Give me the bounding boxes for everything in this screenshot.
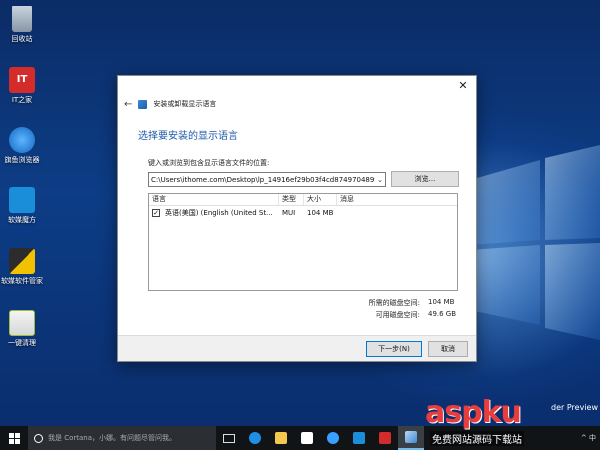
language-checkbox[interactable]: ✓: [152, 208, 160, 217]
search-placeholder: 我是 Cortana，小娜。有问题尽管问我。: [48, 434, 177, 442]
taskbar-ithome[interactable]: [372, 426, 398, 450]
available-space-label: 可用磁盘空间:: [375, 311, 420, 319]
language-cell: ✓ 英语(美国) (English (United St...: [149, 208, 279, 218]
desktop-icon-recycle-bin[interactable]: 回收站: [0, 6, 44, 44]
path-combobox[interactable]: C:\Users\ithome.com\Desktop\lp_14916ef29…: [148, 172, 386, 187]
desktop-icon-label: 软媒软件管家: [1, 277, 43, 285]
page-title: 选择要安装的显示语言: [138, 131, 238, 142]
chevron-down-icon[interactable]: ⌄: [375, 176, 385, 184]
taskbar-store[interactable]: [294, 426, 320, 450]
column-header-message[interactable]: 消息: [337, 194, 457, 205]
desktop-icon-label: 回收站: [11, 35, 33, 43]
store-icon: [301, 432, 313, 444]
cancel-button[interactable]: 取消: [428, 341, 468, 357]
size-cell: 104 MB: [307, 208, 334, 217]
ithome-icon: IT: [9, 67, 35, 93]
ithome-icon: [379, 432, 391, 444]
language-name: 英语(美国) (English (United St...: [165, 208, 273, 217]
next-button[interactable]: 下一步(N): [366, 341, 422, 357]
desktop-icon-label: 旗鱼浏览器: [4, 156, 40, 164]
column-header-type[interactable]: 类型: [279, 194, 304, 205]
taskbar-browser[interactable]: [320, 426, 346, 450]
required-space-value: 104 MB: [428, 298, 455, 306]
back-arrow-icon[interactable]: ←: [124, 99, 132, 110]
taskbar-edge[interactable]: [242, 426, 268, 450]
desktop-icon-mofang[interactable]: 软媒魔方: [0, 187, 44, 225]
recycle-bin-icon: [12, 6, 32, 32]
dialog-header-title: 安装或卸载显示语言: [153, 100, 217, 108]
edge-icon: [249, 432, 261, 444]
table-header: 语言 类型 大小 消息: [149, 194, 457, 206]
available-space-value: 49.6 GB: [428, 310, 457, 318]
language-app-icon: [138, 99, 148, 109]
cortana-search-box[interactable]: 我是 Cortana，小娜。有问题尽管问我。: [28, 426, 216, 450]
windows-start-icon: [8, 432, 20, 444]
software-manager-icon: [9, 248, 35, 274]
required-space-row: 所需的磁盘空间: 104 MB: [369, 298, 458, 308]
task-view-button[interactable]: [216, 426, 242, 450]
language-install-dialog: ✕ ← 安装或卸载显示语言 选择要安装的显示语言 键入或浏览到包含显示语言文件的…: [117, 75, 477, 362]
desktop-icon-label: IT之家: [11, 96, 33, 104]
explorer-icon: [275, 432, 287, 444]
required-space-label: 所需的磁盘空间:: [368, 299, 420, 307]
mofang-icon: [9, 187, 35, 213]
desktop-icon-label: 一键清理: [8, 339, 36, 347]
browse-button[interactable]: 浏览...: [391, 171, 459, 187]
browser-icon: [327, 432, 339, 444]
system-tray[interactable]: ^ 中: [581, 426, 596, 450]
cleaner-icon: [9, 310, 35, 336]
table-row[interactable]: ✓ 英语(美国) (English (United St... MUI 104 …: [149, 206, 457, 219]
language-table: 语言 类型 大小 消息 ✓ 英语(美国) (English (United St…: [148, 193, 458, 291]
dialog-header: ← 安装或卸载显示语言: [124, 98, 216, 110]
path-value: C:\Users\ithome.com\Desktop\lp_14916ef29…: [151, 175, 375, 184]
taskbar: 我是 Cortana，小娜。有问题尽管问我。 ^ 中: [0, 426, 600, 450]
taskbar-language-dialog[interactable]: [398, 426, 424, 450]
desktop-icon-cleaner[interactable]: 一键清理: [0, 310, 44, 348]
start-button[interactable]: [0, 426, 28, 450]
preview-watermark-text: der Preview: [551, 403, 598, 412]
tray-text: ^ 中: [580, 434, 596, 442]
mofang-icon: [353, 432, 365, 444]
column-header-size[interactable]: 大小: [304, 194, 337, 205]
close-button[interactable]: ✕: [456, 79, 470, 93]
taskbar-explorer[interactable]: [268, 426, 294, 450]
taskbar-mofang[interactable]: [346, 426, 372, 450]
available-space-row: 可用磁盘空间: 49.6 GB: [376, 310, 458, 320]
type-cell: MUI: [282, 208, 296, 217]
desktop-icon-software-manager[interactable]: 软媒软件管家: [0, 248, 44, 286]
dialog-footer: 下一步(N) 取消: [118, 335, 476, 361]
desktop-icon-label: 软媒魔方: [8, 216, 36, 224]
language-dialog-icon: [405, 431, 417, 443]
browser-icon: [9, 127, 35, 153]
cortana-circle-icon: [34, 433, 43, 443]
task-view-icon: [223, 433, 235, 443]
desktop-icon-browser[interactable]: 旗鱼浏览器: [0, 127, 44, 165]
desktop-icon-ithome[interactable]: IT IT之家: [0, 67, 44, 105]
path-label: 键入或浏览到包含显示语言文件的位置:: [148, 159, 270, 167]
column-header-language[interactable]: 语言: [149, 194, 279, 205]
